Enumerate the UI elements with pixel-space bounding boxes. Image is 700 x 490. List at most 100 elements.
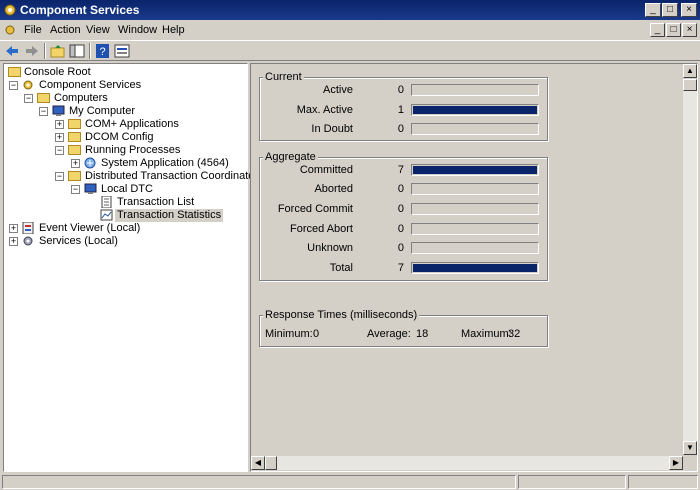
- expand-icon[interactable]: +: [55, 120, 64, 129]
- forward-arrow-icon[interactable]: [24, 44, 40, 58]
- window-title: Component Services: [20, 3, 140, 17]
- statistics-pane: Current Active 0 Max. Active 1 In Doubt …: [250, 63, 698, 472]
- up-folder-icon[interactable]: [50, 44, 66, 58]
- horizontal-scroll-thumb[interactable]: [265, 456, 277, 470]
- computer-icon: [52, 105, 65, 116]
- tree-label: Computers: [54, 92, 108, 104]
- forced-commit-bar: [411, 203, 539, 215]
- aborted-bar: [411, 183, 539, 195]
- minimum-value: 0: [313, 328, 320, 340]
- forced-abort-bar: [411, 223, 539, 235]
- restore-icon: □: [670, 24, 677, 35]
- tree-label: Running Processes: [85, 144, 181, 156]
- minimize-icon: _: [650, 4, 656, 15]
- tree-label: Transaction List: [117, 196, 195, 208]
- child-restore-button[interactable]: □: [666, 23, 681, 37]
- menu-window[interactable]: Window: [118, 24, 157, 36]
- folder-icon: [8, 67, 21, 77]
- tree-label: My Computer: [69, 105, 136, 117]
- minimum-label: Minimum:: [265, 328, 313, 340]
- collapse-icon[interactable]: −: [39, 107, 48, 116]
- tree-label: Transaction Statistics: [115, 209, 224, 222]
- in-doubt-label: In Doubt: [311, 123, 353, 135]
- close-button[interactable]: ×: [681, 3, 697, 17]
- active-value: 0: [397, 84, 404, 96]
- tree-label: Local DTC: [101, 183, 153, 195]
- folder-icon: [37, 93, 50, 103]
- svg-text:?: ?: [99, 46, 105, 58]
- maximum-value: 32: [508, 328, 521, 340]
- active-bar: [411, 84, 539, 96]
- scroll-left-button[interactable]: ◀: [251, 456, 265, 470]
- committed-label: Committed: [299, 164, 353, 176]
- arrow-left-icon: ◀: [254, 458, 262, 467]
- total-bar-fill: [413, 264, 537, 272]
- menu-action[interactable]: Action: [50, 24, 81, 36]
- scroll-right-button[interactable]: ▶: [669, 456, 683, 470]
- arrow-right-icon: ▶: [672, 458, 680, 467]
- tree-label: Component Services: [39, 79, 142, 91]
- average-value: 18: [416, 328, 429, 340]
- forced-commit-label: Forced Commit: [277, 203, 353, 215]
- tree-label: Services (Local): [39, 235, 118, 247]
- expand-icon[interactable]: +: [71, 159, 80, 168]
- status-bar: [0, 474, 700, 490]
- properties-icon[interactable]: [114, 44, 130, 58]
- show-hide-tree-icon[interactable]: [69, 44, 85, 58]
- arrow-up-icon: ▲: [686, 66, 694, 75]
- help-icon[interactable]: ?: [95, 44, 111, 58]
- response-times-title: Response Times (milliseconds): [263, 309, 420, 321]
- max-active-bar: [411, 104, 539, 116]
- aggregate-group-title: Aggregate: [263, 151, 318, 163]
- committed-bar: [411, 164, 539, 176]
- menu-file[interactable]: File: [24, 24, 42, 36]
- child-close-button[interactable]: ×: [682, 23, 697, 37]
- back-arrow-icon[interactable]: [4, 44, 20, 58]
- close-icon: ×: [686, 24, 693, 35]
- maximize-button[interactable]: □: [662, 3, 678, 17]
- max-active-label: Max. Active: [296, 104, 353, 116]
- title-bar[interactable]: Component Services _ □ ×: [0, 0, 700, 20]
- toolbar-separator: [44, 43, 46, 59]
- collapse-icon[interactable]: −: [55, 146, 64, 155]
- toolbar: ?: [0, 40, 700, 61]
- total-value: 7: [397, 262, 404, 274]
- active-label: Active: [323, 84, 353, 96]
- folder-icon: [68, 171, 81, 181]
- forced-abort-value: 0: [397, 223, 404, 235]
- tree-label: COM+ Applications: [85, 118, 179, 130]
- collapse-icon[interactable]: −: [71, 185, 80, 194]
- vertical-scroll-thumb[interactable]: [683, 79, 697, 91]
- in-doubt-bar: [411, 123, 539, 135]
- arrow-down-icon: ▼: [686, 443, 694, 452]
- expand-icon[interactable]: +: [55, 133, 64, 142]
- aborted-label: Aborted: [314, 183, 353, 195]
- tree-label: System Application (4564): [101, 157, 229, 169]
- child-minimize-button[interactable]: _: [650, 23, 665, 37]
- tree-label: Console Root: [24, 66, 91, 78]
- committed-value: 7: [397, 164, 404, 176]
- expand-icon[interactable]: +: [9, 224, 18, 233]
- collapse-icon[interactable]: −: [9, 81, 18, 90]
- maximize-icon: □: [666, 4, 674, 15]
- minimize-button[interactable]: _: [645, 3, 661, 17]
- menu-view[interactable]: View: [86, 24, 110, 36]
- collapse-icon[interactable]: −: [24, 94, 33, 103]
- toolbar-separator: [89, 43, 91, 59]
- scroll-up-button[interactable]: ▲: [683, 64, 697, 78]
- forced-commit-value: 0: [397, 203, 404, 215]
- menu-bar: File Action View Window Help _ □ ×: [0, 20, 700, 40]
- unknown-label: Unknown: [307, 242, 353, 254]
- aborted-value: 0: [397, 183, 404, 195]
- expand-icon[interactable]: +: [9, 237, 18, 246]
- horizontal-scrollbar-track[interactable]: [265, 456, 683, 470]
- vertical-scrollbar-track[interactable]: [683, 79, 697, 455]
- menu-help[interactable]: Help: [162, 24, 185, 36]
- console-tree[interactable]: Console Root − Component Services − Comp…: [3, 63, 258, 472]
- collapse-icon[interactable]: −: [55, 172, 64, 181]
- mmc-doc-icon[interactable]: [4, 24, 17, 36]
- minimize-icon: _: [654, 24, 661, 35]
- unknown-bar: [411, 242, 539, 254]
- scroll-down-button[interactable]: ▼: [683, 441, 697, 455]
- status-panel-right: [628, 475, 698, 489]
